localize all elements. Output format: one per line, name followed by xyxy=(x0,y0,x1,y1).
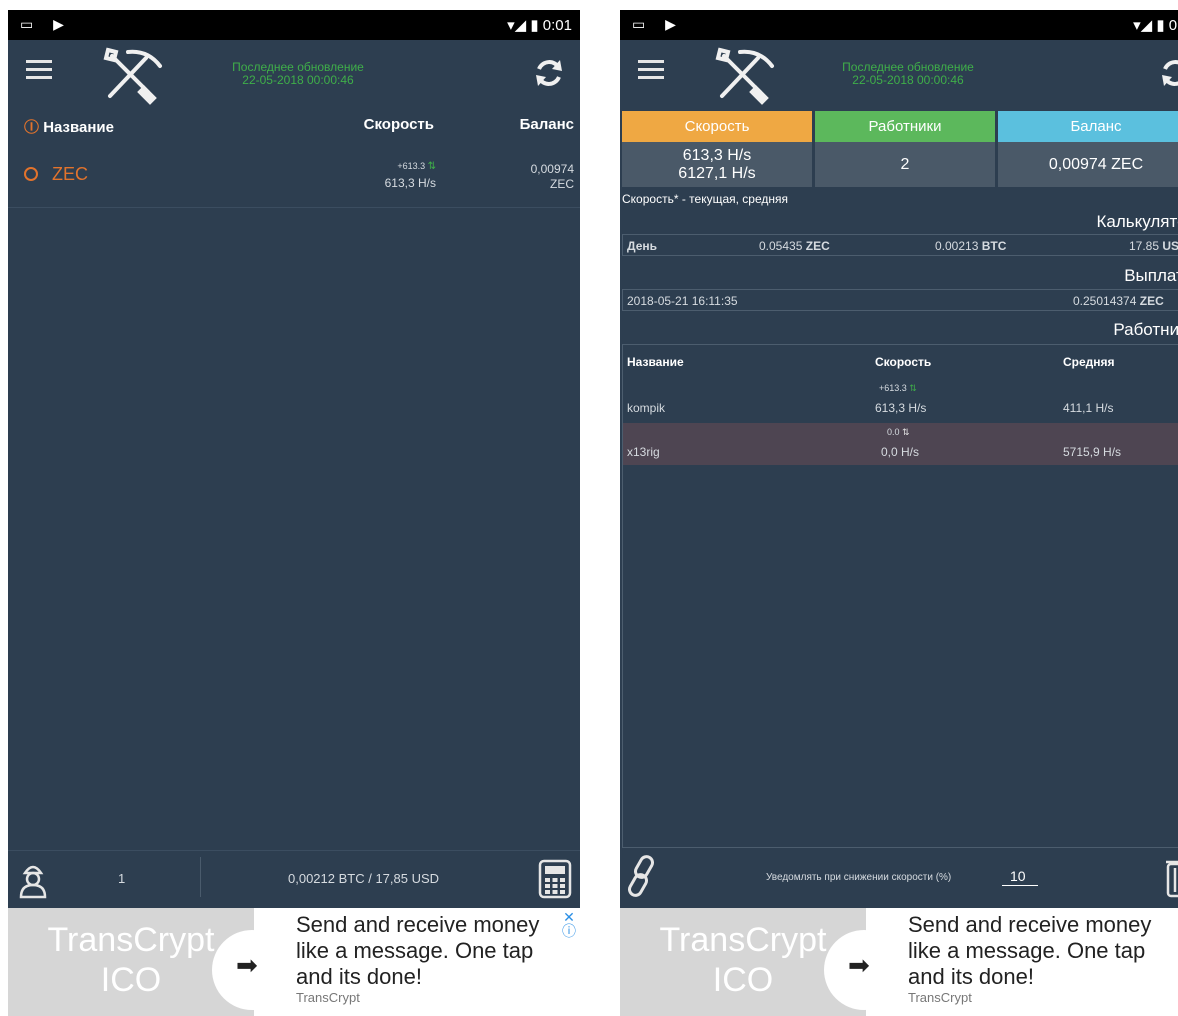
menu-icon[interactable] xyxy=(26,60,52,82)
stat-speed: Скорость 613,3 H/s 6127,1 H/s xyxy=(622,111,812,187)
trash-icon[interactable] xyxy=(1164,858,1178,898)
worker-speed: 0,0 H/s xyxy=(881,445,920,459)
coin-balance: 0,00974 ZEC xyxy=(531,162,574,192)
coins-screen: ▭ ▶ ▾◢ ▮ 0:01 Последнее обновление 22-05… xyxy=(8,10,580,1016)
calc-usd: 17.85 USD xyxy=(1129,239,1178,253)
speed-change-arrows-icon: ⇅ xyxy=(909,383,917,393)
ad-arrow-button[interactable]: ➡ xyxy=(212,930,292,1010)
worker-speed: 613,3 H/s xyxy=(875,401,927,415)
pickaxe-shovel-logo xyxy=(715,47,774,105)
worker-avg-header[interactable]: Средняя xyxy=(1063,355,1115,369)
calculator-title: Калькулятор xyxy=(1096,212,1178,231)
stat-label: Скорость xyxy=(622,111,812,142)
calc-zec: 0.05435 ZEC xyxy=(759,239,830,253)
divider xyxy=(200,857,201,897)
worker-name: x13rig xyxy=(627,445,660,459)
calculator-icon[interactable] xyxy=(538,859,572,899)
payouts-title: Выплаты xyxy=(1124,266,1178,285)
worker-avg: 411,1 H/s xyxy=(1063,401,1114,415)
notify-label: Уведомлять при снижении скорости (%) xyxy=(766,872,952,883)
ad-banner[interactable]: TransCrypt ICO ➡ Send and receive money … xyxy=(8,908,580,1016)
balance-value: 0,00974 xyxy=(530,162,574,176)
workers-title: Работники xyxy=(1113,320,1178,339)
balance-column-header[interactable]: Баланс xyxy=(520,116,574,133)
worker-avg: 5715,9 H/s xyxy=(1063,445,1122,459)
speed-change: +613.3 xyxy=(397,161,426,171)
coin-name: ZEC xyxy=(52,164,88,184)
ad-arrow-button[interactable]: ➡ xyxy=(824,930,904,1010)
payout-amount: 0.25014374 ZEC xyxy=(1073,294,1164,308)
sort-icon: Ⓘ xyxy=(24,119,40,136)
ad-banner[interactable]: TransCrypt ICO ➡ Send and receive money … xyxy=(620,908,1178,1016)
calc-period: День xyxy=(627,239,657,253)
worker-name: kompik xyxy=(627,401,666,415)
coin-speed: +613.3 ⇅ 613,3 H/s xyxy=(385,158,436,191)
payout-date: 2018-05-21 16:11:35 xyxy=(627,294,738,308)
coin-row-zec[interactable]: ZEC +613.3 ⇅ 613,3 H/s 0,00974 ZEC xyxy=(8,150,580,208)
worker-row[interactable]: 0.0 ⇅ x13rig 0,0 H/s 5715,9 H/s xyxy=(623,423,1178,465)
workers-count: 1 xyxy=(118,871,126,886)
worker-icon[interactable] xyxy=(18,859,48,899)
arrow-right-icon: ➡ xyxy=(848,950,870,980)
coin-detail-screen: ▭ ▶ ▾◢ ▮ 0:01 Последнее обновление 22-05… xyxy=(620,10,1178,1016)
ad-source: TransCrypt xyxy=(908,990,972,1005)
workers-table: Название Скорость Средняя +613.3 ⇅ kompi… xyxy=(622,344,1178,848)
last-update-time: 22-05-2018 00:00:46 xyxy=(242,73,354,87)
status-bar: ▭ ▶ ▾◢ ▮ 0:01 xyxy=(8,10,580,40)
speed-value: 613,3 H/s xyxy=(384,176,436,190)
worker-speed-change: 0.0 ⇅ xyxy=(887,427,910,437)
payout-row: 2018-05-21 16:11:35 0.25014374 ZEC xyxy=(622,289,1178,311)
stat-label: Работники xyxy=(815,111,995,142)
last-update: Последнее обновление 22-05-2018 00:00:46 xyxy=(198,61,398,87)
refresh-icon[interactable] xyxy=(1158,56,1178,90)
status-right: ▾◢ ▮ 0:01 xyxy=(1133,16,1178,34)
arrow-right-icon: ➡ xyxy=(236,950,258,980)
calc-btc: 0.00213 BTC xyxy=(935,239,1007,253)
speed-legend: Скорость* - текущая, средняя xyxy=(622,192,788,206)
stat-workers: Работники 2 xyxy=(815,111,995,187)
totals: 0,00212 BTC / 17,85 USD xyxy=(288,871,440,886)
speed-change-arrows-icon: ⇅ xyxy=(427,161,436,172)
notification-icons: ▭ ▶ xyxy=(632,16,684,32)
last-update-time: 22-05-2018 00:00:46 xyxy=(852,73,964,87)
stat-balance: Баланс 0,00974 ZEC xyxy=(998,111,1178,187)
toolbar: Последнее обновление 22-05-2018 00:00:46 xyxy=(8,40,580,108)
stat-value: 2 xyxy=(815,142,995,187)
clock: 0:01 xyxy=(542,17,572,34)
link-icon[interactable] xyxy=(624,854,660,898)
pickaxe-shovel-logo xyxy=(103,47,162,105)
ad-source: TransCrypt xyxy=(296,990,360,1005)
notification-icons: ▭ ▶ xyxy=(20,16,72,32)
ad-text: Send and receive money like a message. O… xyxy=(908,912,1178,1005)
notify-footer: Уведомлять при снижении скорости (%) 10 xyxy=(620,850,1178,908)
coin-status-icon xyxy=(24,167,38,181)
clock: 0:01 xyxy=(1168,17,1178,34)
calculator-row: День 0.05435 ZEC 0.00213 BTC 17.85 USD xyxy=(622,234,1178,256)
balance-unit: ZEC xyxy=(550,177,574,191)
toolbar: Последнее обновление 22-05-2018 00:00:46 xyxy=(620,40,1178,108)
stat-value: 613,3 H/s 6127,1 H/s xyxy=(622,142,812,187)
stat-value: 0,00974 ZEC xyxy=(998,142,1178,187)
coins-table-header: Ⓘ Название Скорость Баланс xyxy=(8,116,580,144)
summary-footer: 1 0,00212 BTC / 17,85 USD xyxy=(8,850,580,908)
notify-threshold-input[interactable]: 10 xyxy=(1002,868,1038,886)
last-update: Последнее обновление 22-05-2018 00:00:46 xyxy=(808,61,1008,87)
stat-label: Баланс xyxy=(998,111,1178,142)
ad-close-icon[interactable]: ✕ ⓘ xyxy=(562,910,576,938)
workers-table-header: Название Скорость Средняя xyxy=(623,345,1178,375)
status-bar: ▭ ▶ ▾◢ ▮ 0:01 xyxy=(620,10,1178,40)
refresh-icon[interactable] xyxy=(532,56,566,90)
speed-change-arrows-icon: ⇅ xyxy=(902,427,910,437)
worker-name-header[interactable]: Название xyxy=(627,355,684,369)
menu-icon[interactable] xyxy=(638,60,664,82)
worker-speed-change: +613.3 ⇅ xyxy=(879,383,917,393)
speed-column-header[interactable]: Скорость xyxy=(364,116,434,133)
status-right: ▾◢ ▮ 0:01 xyxy=(507,17,572,34)
worker-speed-header[interactable]: Скорость xyxy=(875,355,931,369)
worker-row[interactable]: +613.3 ⇅ kompik 613,3 H/s 411,1 H/s xyxy=(623,379,1178,421)
name-column-header[interactable]: Ⓘ Название xyxy=(24,116,114,137)
stats-panel: Скорость 613,3 H/s 6127,1 H/s Работники 2… xyxy=(622,111,1178,187)
ad-text: Send and receive money like a message. O… xyxy=(296,912,568,1005)
